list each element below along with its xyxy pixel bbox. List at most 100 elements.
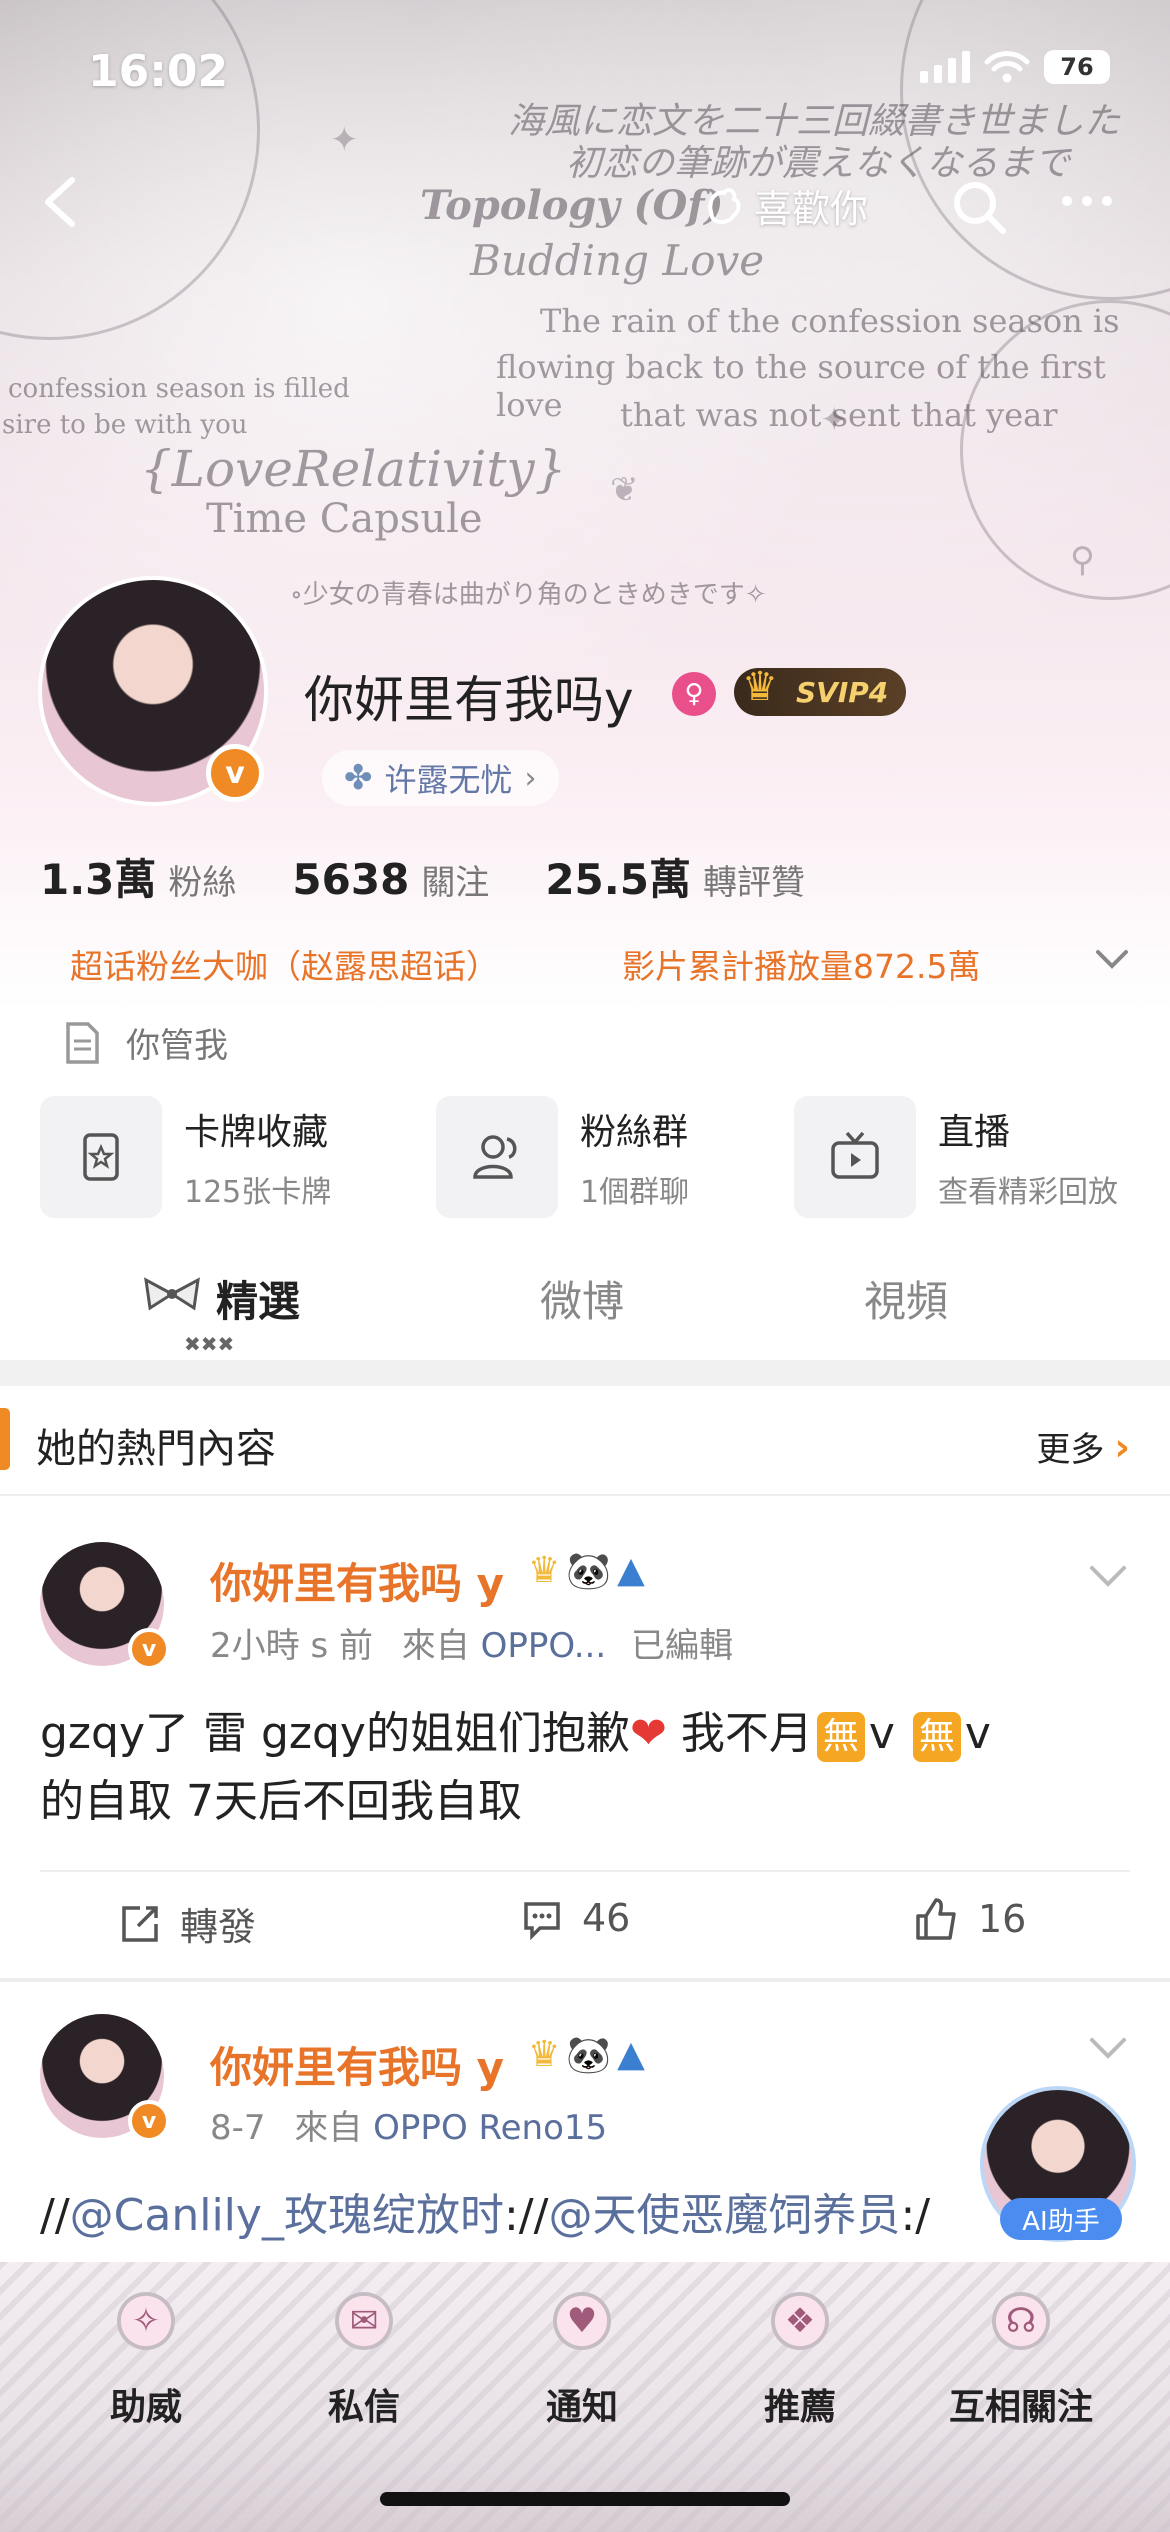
tab-weibo[interactable]: 微博 — [540, 1268, 624, 1329]
stat-label: 關注 — [421, 863, 490, 903]
post-time: 2小時 s 前 — [210, 1626, 373, 1666]
cellular-signal-icon — [920, 51, 970, 83]
shark-icon: ▲ — [617, 2034, 645, 2075]
headphones-icon: ☊ — [982, 2282, 1060, 2360]
more-options-icon[interactable] — [1062, 196, 1112, 206]
tool-title: 粉絲群 — [580, 1112, 689, 1153]
card-collection-entry[interactable]: 卡牌收藏 125张卡牌 — [40, 1096, 331, 1218]
ai-helper-label[interactable]: AI助手 — [1000, 2198, 1122, 2240]
spiderweb-decoration — [960, 300, 1170, 600]
more-button[interactable]: 更多 › — [1036, 1422, 1130, 1471]
post-card: v 你妍里有我吗 y ♛ 🐼 ▲ 2小時 s 前 來自 OPPO... 已編輯 … — [0, 1500, 1170, 1980]
profile-tabs: 精選 ✖✖✖ 微博 視頻 — [0, 1252, 1170, 1362]
section-divider — [0, 1360, 1170, 1386]
shark-icon: ▲ — [617, 1550, 645, 1591]
profile-tools: 卡牌收藏 125张卡牌 粉絲群 1個群聊 直播 查看精彩回放 — [40, 1096, 1150, 1220]
post-text: gzqy了 雷 gzqy的姐姐们抱歉❤ 我不月無 v 無v 的自取 7天后不回我自… — [40, 1700, 1130, 1836]
hot-content-title: 她的熱門內容 — [36, 1426, 276, 1472]
chevron-down-icon[interactable] — [1088, 2034, 1128, 2062]
section-accent-bar — [0, 1408, 10, 1470]
fan-group-entry[interactable]: 粉絲群 1個群聊 — [436, 1096, 689, 1218]
like-button[interactable]: 16 — [912, 1896, 1026, 1942]
post-emblems: ♛ 🐼 ▲ — [528, 2034, 645, 2076]
chevron-down-icon[interactable] — [1088, 1562, 1128, 1590]
search-icon[interactable] — [950, 178, 1008, 236]
wifi-icon — [984, 51, 1030, 83]
emoji-none: 無 — [816, 1712, 865, 1762]
post-author-name[interactable]: 你妍里有我吗 y — [210, 1550, 504, 1611]
panda-icon: 🐼 — [566, 1551, 612, 1592]
heart-bell-icon: ♥ — [543, 2282, 621, 2360]
like-hand-icon — [707, 187, 741, 224]
envelope-icon: ✉ — [325, 2282, 403, 2360]
tab-video[interactable]: 視頻 — [864, 1268, 948, 1329]
fan-group-tag[interactable]: ✤ 许露无忧 › — [322, 750, 559, 806]
video-plays-tag[interactable]: 影片累計播放量872.5萬 — [622, 940, 980, 988]
status-bar: 16:02 76 — [0, 0, 1170, 140]
verified-badge-icon: v — [128, 1628, 170, 1670]
home-indicator — [380, 2492, 790, 2506]
post-text-part: gzqy了 雷 gzqy的姐姐们抱歉 — [40, 1708, 630, 1759]
bottom-item-cheer[interactable]: ✧ 助威 — [56, 2282, 236, 2430]
like-you-button[interactable]: 喜歡你 — [700, 178, 868, 233]
stat-interactions[interactable]: 25.5萬 轉評贊 — [545, 846, 805, 907]
stat-followers[interactable]: 1.3萬 粉絲 — [40, 846, 236, 907]
post-text-part: // — [40, 2190, 70, 2241]
like-count: 16 — [978, 1897, 1027, 1941]
bottom-item-recommend[interactable]: ❖ 推薦 — [710, 2282, 890, 2430]
heart-icon: ❤ — [629, 1708, 667, 1759]
bottom-label: 助威 — [109, 2387, 182, 2428]
svip-level: SVIP4 — [796, 675, 889, 709]
crown-icon: ♛ — [528, 2034, 561, 2075]
profile-bio: 你管我 — [62, 1018, 228, 1067]
ribbon-bow-icon — [144, 1277, 200, 1311]
panda-icon: 🐼 — [566, 2035, 612, 2076]
banner-text: Time Capsule — [206, 496, 483, 542]
bottom-label: 通知 — [545, 2387, 618, 2428]
post-text-part: 我不月 — [666, 1708, 813, 1759]
repost-icon — [122, 1905, 158, 1942]
tab-active-indicator: ✖✖✖ — [184, 1334, 234, 1354]
stat-following[interactable]: 5638 關注 — [292, 855, 489, 904]
back-arrow-icon[interactable] — [32, 172, 92, 232]
mention-link[interactable]: @天使恶魔饲养员 — [548, 2190, 900, 2241]
post-actions: 轉發 46 16 — [0, 1882, 1170, 1962]
bottom-label: 推薦 — [763, 2387, 836, 2428]
chevron-down-icon[interactable] — [1094, 946, 1130, 974]
tool-title: 直播 — [938, 1112, 1011, 1153]
banner-text: The rain of the confession season is — [540, 302, 1120, 340]
banner-text: sire to be with you — [2, 410, 248, 440]
supertopic-fan-tag[interactable]: 超话粉丝大咖（赵露思超话） — [70, 940, 499, 988]
crown-icon: ♛ — [528, 1550, 561, 1591]
post-text-part: v — [868, 1708, 909, 1759]
chevron-right-icon: › — [1114, 1424, 1130, 1469]
stat-number: 25.5萬 — [545, 855, 691, 904]
status-time: 16:02 — [88, 46, 229, 97]
banner-text: that was not sent that year — [620, 396, 1058, 434]
live-entry[interactable]: 直播 查看精彩回放 — [794, 1096, 1118, 1218]
post-author-name[interactable]: 你妍里有我吗 y — [210, 2034, 504, 2095]
bottom-label: 私信 — [327, 2387, 400, 2428]
clover-icon: ✤ — [344, 758, 373, 798]
comment-button[interactable]: 46 — [520, 1896, 630, 1940]
svip-badge[interactable]: ♛ SVIP4 — [734, 664, 907, 716]
profile-name: 你妍里有我吗y — [304, 671, 634, 729]
tab-featured[interactable]: 精選 — [216, 1268, 300, 1329]
bottom-item-message[interactable]: ✉ 私信 — [274, 2282, 454, 2430]
repost-button[interactable]: 轉發 — [118, 1896, 256, 1951]
battery-indicator: 76 — [1044, 50, 1110, 84]
safety-pin-icon: ⚲ — [1070, 540, 1095, 580]
cheer-icon: ✧ — [107, 2282, 185, 2360]
tool-title: 卡牌收藏 — [184, 1112, 329, 1153]
profile-stats: 1.3萬 粉絲 5638 關注 25.5萬 轉評贊 — [40, 846, 861, 907]
tool-subtitle: 查看精彩回放 — [938, 1175, 1118, 1210]
thumbs-up-icon — [916, 1898, 956, 1940]
mention-link[interactable]: @Canlily_玫瑰绽放时 — [70, 2190, 504, 2241]
bottom-item-notify[interactable]: ♥ 通知 — [492, 2282, 672, 2430]
document-icon — [66, 1021, 99, 1064]
svg-text:✖✖✖: ✖✖✖ — [184, 1334, 234, 1354]
bottom-label: 互相關注 — [948, 2387, 1093, 2428]
butterfly-icon: ❦ — [610, 470, 639, 510]
post-edited: 已編輯 — [630, 1626, 733, 1666]
bottom-item-mutual-follow[interactable]: ☊ 互相關注 — [928, 2282, 1114, 2430]
